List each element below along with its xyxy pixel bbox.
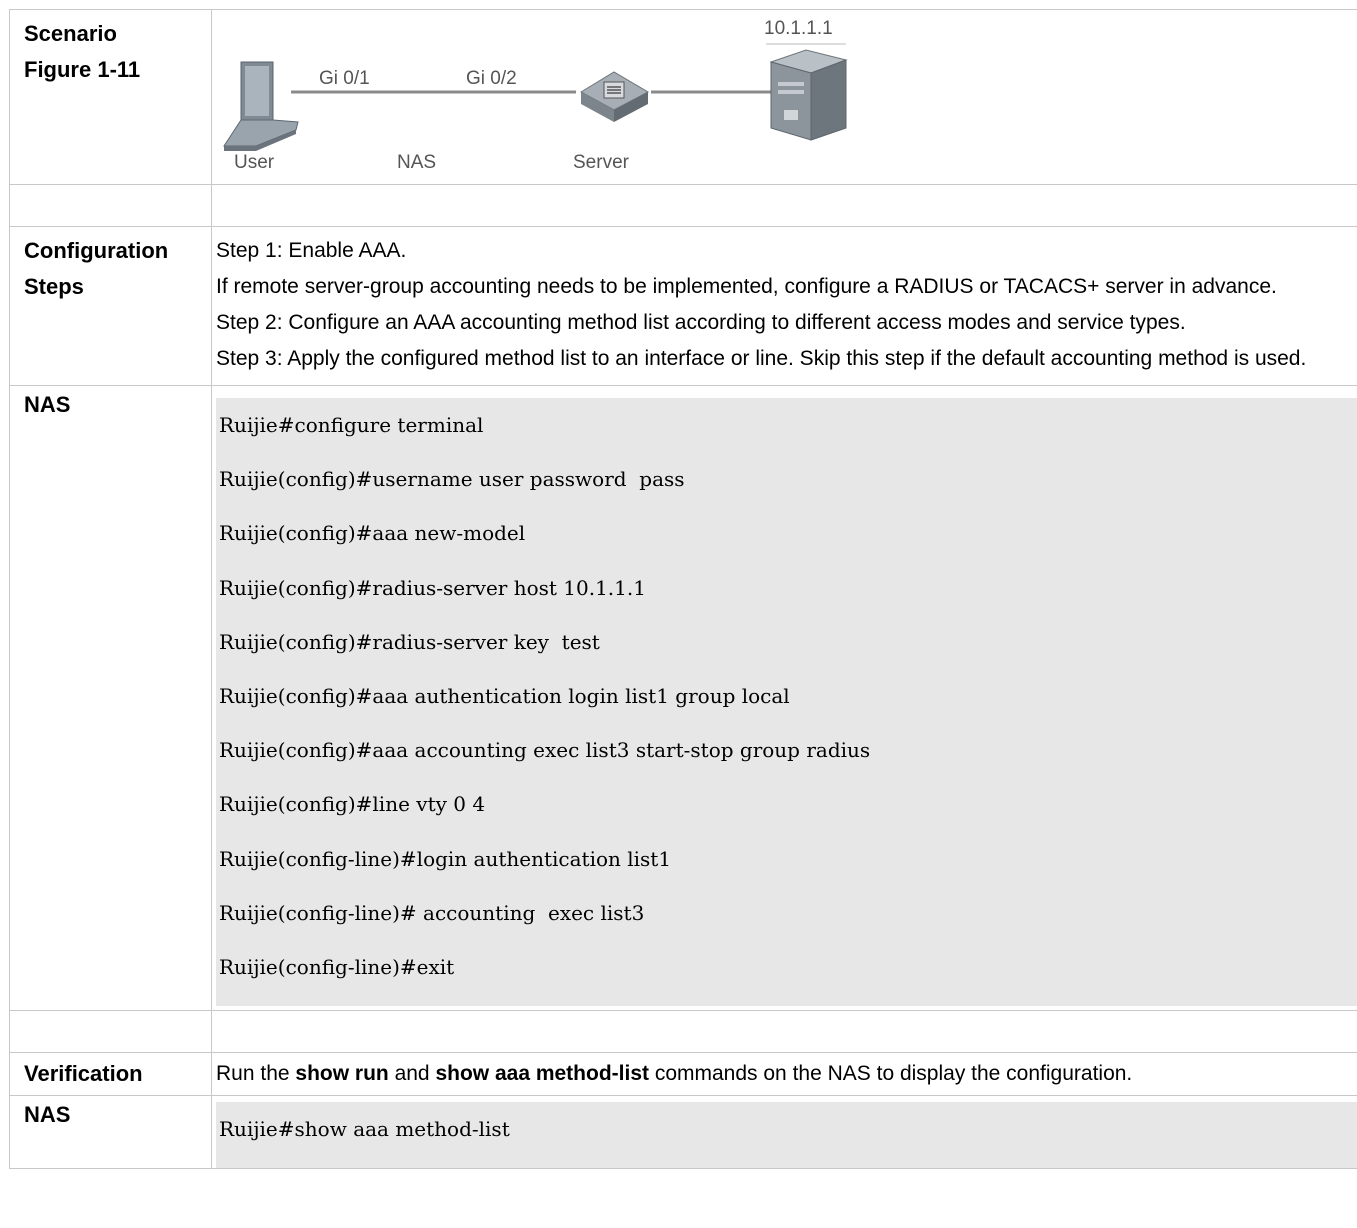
config-steps-row: Configuration Steps Step 1: Enable AAA. … — [9, 226, 1357, 386]
cli-line: Ruijie(config)#line vty 0 4 — [219, 792, 486, 817]
step-3: Step 3: Apply the configured method list… — [216, 347, 1307, 370]
cli-block: Ruijie#configure terminal Ruijie(config)… — [216, 398, 1357, 1007]
nas-config-row: NAS Ruijie#configure terminal Ruijie(con… — [9, 384, 1357, 1012]
port-gi01-label: Gi 0/1 — [319, 68, 370, 89]
topology-diagram: 10.1.1.1 Gi 0/1 Gi 0/2 User NAS Server — [216, 10, 916, 178]
config-steps-label-cell: Configuration Steps — [9, 226, 212, 386]
blank-row — [9, 184, 1357, 227]
nas-verify-label: NAS — [9, 1095, 212, 1170]
config-steps-cell: Step 1: Enable AAA. If remote server-gro… — [211, 226, 1357, 386]
verification-label: Verification — [9, 1052, 212, 1097]
nas-verify-cell: Ruijie#show aaa method-list — [211, 1095, 1357, 1170]
cli-line: Ruijie(config)#radius-server host 10.1.1… — [219, 575, 646, 600]
topology-cell: 10.1.1.1 Gi 0/1 Gi 0/2 User NAS Server — [211, 9, 1357, 185]
cli-block-verify: Ruijie#show aaa method-list — [216, 1102, 1357, 1169]
cli-line: Ruijie(config)#aaa new-model — [219, 521, 526, 546]
cli-line: Ruijie(config)#username user password pa… — [219, 467, 685, 492]
laptop-icon — [223, 61, 299, 151]
show-aaa-method-list-command: show aaa method-list — [435, 1062, 649, 1086]
cli-line: Ruijie(config-line)#exit — [219, 954, 455, 979]
show-run-command: show run — [295, 1062, 389, 1086]
nas-label: NAS — [397, 152, 437, 173]
port-gi02-label: Gi 0/2 — [466, 68, 517, 89]
scenario-label-cell: Scenario Figure 1-11 — [9, 9, 212, 185]
figure-label: Figure 1-11 — [24, 57, 141, 82]
blank-row — [9, 1010, 1357, 1054]
server-label: Server — [573, 152, 629, 173]
server-icon — [769, 49, 848, 141]
switch-icon — [579, 71, 650, 122]
step-1-note: If remote server-group accounting needs … — [216, 275, 1277, 298]
server-ip-label: 10.1.1.1 — [764, 18, 833, 39]
user-label: User — [234, 152, 275, 173]
cli-line: Ruijie#configure terminal — [219, 413, 484, 437]
step-2: Step 2: Configure an AAA accounting meth… — [216, 311, 1186, 334]
nas-config-label: NAS — [9, 384, 212, 1012]
config-steps-label: Configuration — [24, 238, 169, 263]
cli-line: Ruijie#show aaa method-list — [219, 1117, 510, 1142]
cli-line: Ruijie(config-line)# accounting exec lis… — [219, 900, 645, 925]
scenario-label: Scenario — [24, 21, 117, 46]
cli-line: Ruijie(config)#aaa authentication login … — [219, 683, 790, 708]
cli-line: Ruijie(config-line)#login authentication… — [219, 846, 672, 871]
verification-text: Run the show run and show aaa method-lis… — [211, 1052, 1357, 1097]
nas-verify-row: NAS Ruijie#show aaa method-list — [9, 1095, 1357, 1170]
cli-line: Ruijie(config)#aaa accounting exec list3… — [219, 738, 871, 763]
scenario-row: Scenario Figure 1-11 10.1.1.1 Gi 0/1 Gi … — [9, 9, 1357, 185]
nas-config-cell: Ruijie#configure terminal Ruijie(config)… — [211, 384, 1357, 1012]
steps-label: Steps — [24, 274, 84, 299]
cli-line: Ruijie(config)#radius-server key test — [219, 629, 600, 654]
config-table: Scenario Figure 1-11 10.1.1.1 Gi 0/1 Gi … — [9, 9, 1357, 1170]
step-1: Step 1: Enable AAA. — [216, 239, 407, 262]
verification-row: Verification Run the show run and show a… — [9, 1052, 1357, 1097]
